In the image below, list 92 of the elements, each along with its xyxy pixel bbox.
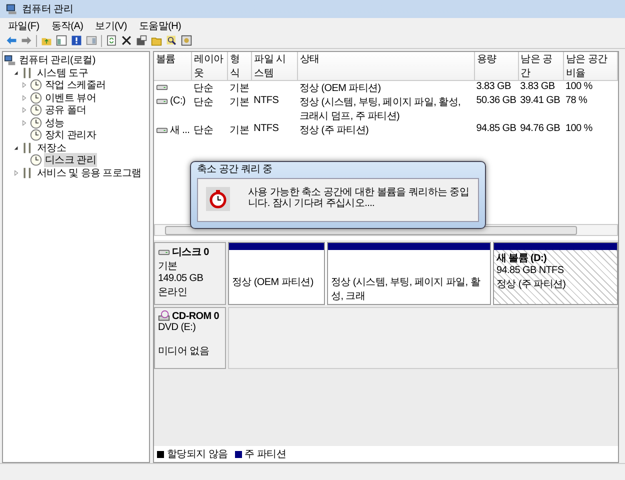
table-cell: 3.83 GB <box>520 81 555 92</box>
column-header[interactable]: 파일 시스템 <box>252 52 298 80</box>
partition-name: 새 볼륨 (D:) <box>496 252 548 265</box>
forward-arrow-icon[interactable] <box>21 35 32 46</box>
table-cell: 단순 <box>194 125 214 136</box>
menu-item[interactable]: 보기(V) <box>95 18 127 32</box>
partition[interactable]: 정상 (시스템, 부팅, 페이지 파일, 활성, 크래 <box>327 242 490 305</box>
table-cell: NTFS <box>254 95 279 106</box>
properties-icon[interactable] <box>136 35 147 46</box>
collapsed-arrow-icon[interactable] <box>20 94 28 102</box>
menu-item[interactable]: 도움말(H) <box>138 18 182 32</box>
column-header[interactable]: 형식 <box>228 52 252 80</box>
tree-item[interactable]: 디스크 관리 <box>44 153 97 168</box>
tree-node-icon <box>30 116 42 129</box>
delete-icon[interactable] <box>121 35 132 46</box>
partition-status: 정상 (주 파티션) <box>496 278 567 291</box>
tree-node-icon <box>30 104 42 116</box>
collapsed-arrow-icon[interactable] <box>20 106 28 114</box>
partition[interactable]: 정상 (OEM 파티션) <box>228 242 325 305</box>
table-cell: 기본 <box>230 125 250 136</box>
tree-item[interactable]: 서비스 및 응용 프로그램 <box>36 166 142 180</box>
table-cell: 94.76 GB <box>520 123 560 134</box>
tree-node-icon <box>30 79 42 92</box>
collapsed-arrow-icon[interactable] <box>12 168 20 177</box>
tree-item[interactable]: 저장소 <box>36 140 68 155</box>
disk-info: 온라인 <box>158 286 188 299</box>
computer-icon <box>6 3 18 15</box>
table-cell: 50.36 GB <box>476 95 516 106</box>
table-cell: 새 ... <box>170 125 190 136</box>
partition[interactable]: 새 볼륨 (D:) 94.85 GB NTFS 정상 (주 파티션) <box>492 242 618 305</box>
tree-item[interactable]: 작업 스케줄러 <box>44 78 107 92</box>
menu-item[interactable]: 파일(F) <box>8 18 40 32</box>
disk-settings-icon[interactable] <box>181 35 192 46</box>
disk-info: 기본 <box>158 260 178 273</box>
expanded-arrow-icon[interactable] <box>12 144 20 152</box>
folder-up-icon[interactable] <box>41 35 52 46</box>
table-cell: 94.85 GB <box>476 123 516 134</box>
tree-item[interactable]: 컴퓨터 관리(로컬) <box>18 53 96 68</box>
expanded-arrow-icon[interactable] <box>12 68 20 77</box>
table-cell: 단순 <box>194 97 214 108</box>
column-header[interactable]: 볼륨 <box>154 52 192 80</box>
table-cell: 100 % <box>565 81 592 92</box>
panel-icon[interactable] <box>86 35 97 46</box>
tree-item[interactable]: 장치 관리자 <box>44 128 97 142</box>
table-cell: 정상 (시스템, 부팅, 페이지 파일, 활성, 크래시 덤프, 주 파티션) <box>299 97 460 122</box>
table-cell: 100 % <box>565 123 592 134</box>
partition-size: 94.85 GB NTFS <box>496 265 565 277</box>
menu-item[interactable]: 동작(A) <box>51 18 84 32</box>
column-header[interactable]: 남은 공간 비율 <box>563 52 618 80</box>
table-cell: (C:) <box>170 96 186 107</box>
folder-icon[interactable] <box>151 35 162 46</box>
disk-name: CD-ROM 0 <box>172 310 220 322</box>
tree-node-icon <box>30 92 42 104</box>
legend-label: 주 파티션 <box>244 448 286 461</box>
tree-item[interactable]: 이벤트 뷰어 <box>44 90 97 105</box>
cd-drive-icon <box>158 310 170 322</box>
table-cell: 3.83 GB <box>476 81 511 92</box>
panel-icon[interactable] <box>56 35 67 46</box>
table-cell: 단순 <box>194 83 214 94</box>
search-icon[interactable] <box>166 35 177 46</box>
disk-info: 149.05 GB <box>158 273 204 285</box>
clock-icon <box>206 187 230 211</box>
column-header[interactable]: 남은 공간 <box>518 52 564 80</box>
partition-status: 정상 (OEM 파티션) <box>232 276 314 289</box>
column-header[interactable]: 상태 <box>297 52 474 80</box>
table-cell: 정상 (OEM 파티션) <box>299 83 381 94</box>
collapsed-arrow-icon[interactable] <box>20 118 28 127</box>
tree-node-icon <box>30 154 42 166</box>
tree-item[interactable]: 공유 폴더 <box>44 103 88 118</box>
collapsed-arrow-icon[interactable] <box>20 81 28 90</box>
refresh-icon[interactable] <box>106 35 117 46</box>
dialog-title: 축소 공간 쿼리 중 <box>197 163 274 177</box>
table-cell: 기본 <box>230 97 250 108</box>
disk-name: 디스크 0 <box>172 246 209 259</box>
dialog-message: 사용 가능한 축소 공간에 대한 볼륨을 쿼리하는 중입니다. 잠시 기다려 주십시오.... <box>248 187 470 209</box>
partition-status: 정상 (시스템, 부팅, 페이지 파일, 활성, 크래 <box>331 276 482 303</box>
tree-item[interactable]: 성능 <box>44 116 66 130</box>
back-arrow-icon[interactable] <box>6 35 17 46</box>
table-cell: NTFS <box>254 123 279 134</box>
column-header[interactable]: 용량 <box>474 52 518 80</box>
column-header[interactable]: 레이아웃 <box>192 52 228 80</box>
table-cell: 기본 <box>230 83 250 94</box>
table-cell: 39.41 GB <box>520 95 560 106</box>
window-title: 컴퓨터 관리 <box>22 3 73 16</box>
table-cell: 78 % <box>565 95 588 106</box>
tree-item[interactable]: 시스템 도구 <box>36 66 89 80</box>
disk-info: 미디어 없음 <box>158 345 210 358</box>
legend-label: 할당되지 않음 <box>167 448 228 461</box>
table-cell: 정상 (주 파티션) <box>299 125 369 136</box>
disk-info: DVD (E:) <box>158 322 197 334</box>
tree-node-icon <box>30 129 42 142</box>
help-icon[interactable] <box>71 35 82 46</box>
